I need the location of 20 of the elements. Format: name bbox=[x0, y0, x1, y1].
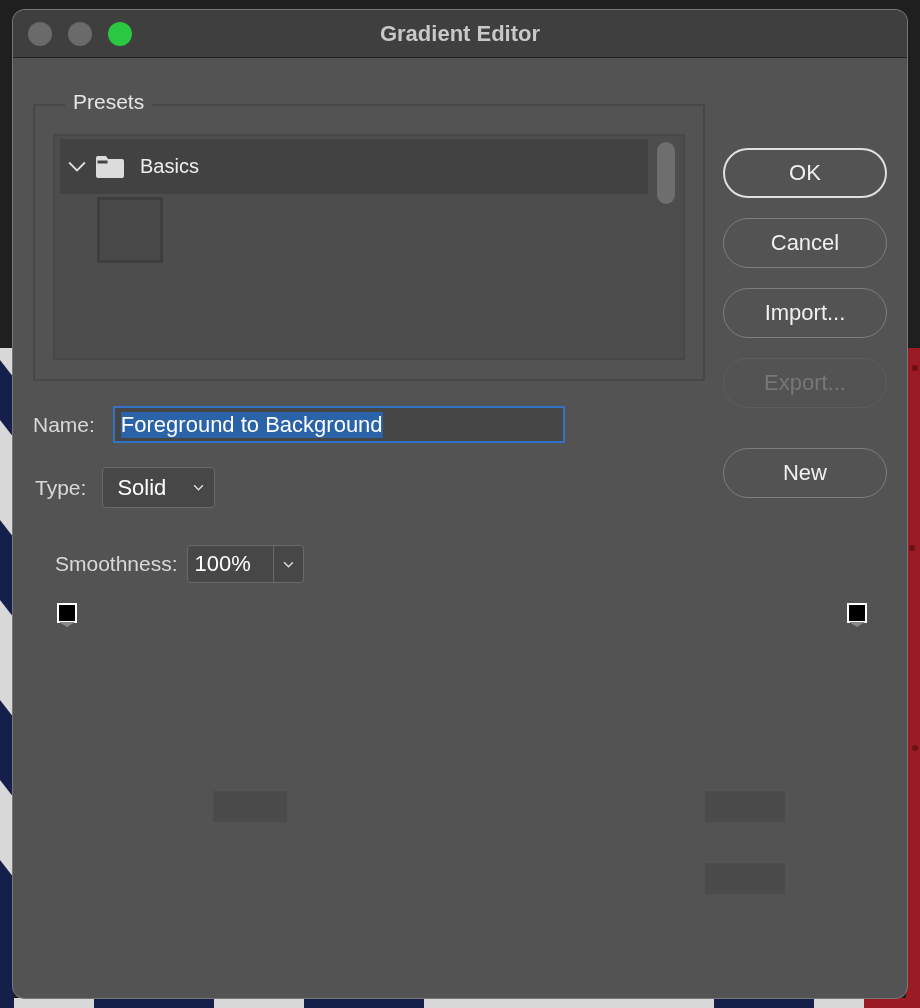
name-field[interactable]: Foreground to Background bbox=[112, 406, 565, 443]
window-zoom-button[interactable] bbox=[108, 21, 132, 46]
folder-icon bbox=[96, 155, 124, 178]
dialog-button[interactable]: Cancel bbox=[723, 218, 887, 268]
dialog-button[interactable]: Import... bbox=[723, 288, 887, 338]
new-button[interactable]: New bbox=[723, 448, 887, 498]
opacity-stop[interactable] bbox=[847, 603, 867, 627]
chevron-icon bbox=[282, 560, 294, 568]
chevron-icon bbox=[193, 484, 205, 491]
type-dropdown[interactable]: Solid bbox=[102, 467, 216, 508]
preset-group-row[interactable]: Basics bbox=[60, 139, 648, 194]
name-label: Name: bbox=[33, 412, 95, 437]
scrollbar-thumb[interactable] bbox=[657, 142, 675, 204]
opacity-stop[interactable] bbox=[57, 603, 77, 627]
dialog-button[interactable]: OK bbox=[723, 148, 887, 198]
type-label: Type: bbox=[35, 475, 87, 500]
chevron-down-icon[interactable] bbox=[68, 160, 86, 173]
window-title: Gradient Editor bbox=[379, 20, 541, 47]
smoothness-field[interactable]: 100% bbox=[186, 545, 304, 583]
smoothness-label: Smoothness: bbox=[55, 552, 178, 576]
